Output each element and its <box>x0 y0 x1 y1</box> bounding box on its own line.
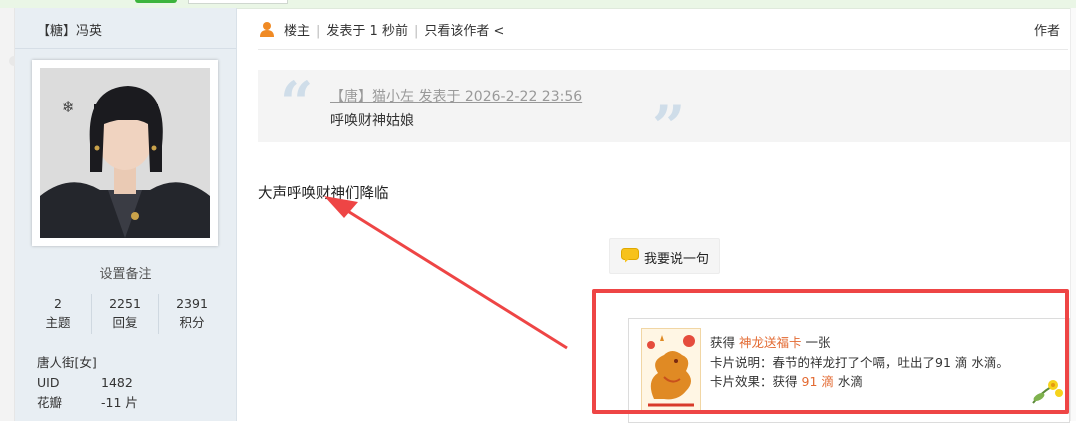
author-info: 唐人街[女] UID 1482 花瓣 -11 片 <box>37 353 138 413</box>
header-separator: | <box>316 24 321 39</box>
say-something-label: 我要说一句 <box>644 252 710 267</box>
stat-topics[interactable]: 2 主题 <box>25 294 91 334</box>
uid-row: UID 1482 <box>37 373 138 393</box>
quote-block: “ 【唐】猫小左 发表于 2026-2-22 23:56 呼唤财神姑娘 ” <box>258 69 1070 156</box>
header-divider <box>258 49 1068 50</box>
search-box-edge[interactable] <box>188 0 288 4</box>
person-icon <box>258 20 276 38</box>
svg-text:❄: ❄ <box>62 98 75 116</box>
stat-value: 2391 <box>176 296 208 311</box>
avatar[interactable]: ❄ <box>40 68 210 238</box>
stat-replies[interactable]: 2251 回复 <box>91 294 158 334</box>
petal-row: 花瓣 -11 片 <box>37 393 138 413</box>
thread-starter-label: 楼主 <box>284 24 311 39</box>
post-body: 大声呼唤财神们降临 <box>258 186 389 202</box>
reply-button-edge[interactable] <box>135 0 177 3</box>
author-label: 作者 <box>1033 24 1060 39</box>
highlight-annotation-box <box>592 289 1069 414</box>
uid-value: 1482 <box>101 375 133 390</box>
only-author-link[interactable]: 只看该作者 < <box>424 24 504 39</box>
stat-value: 2251 <box>109 296 141 311</box>
post-header: 楼主 | 发表于 1 秒前 | 只看该作者 < 作者 <box>258 18 1068 40</box>
petal-value: -11 片 <box>101 395 138 410</box>
stat-value: 2 <box>54 296 62 311</box>
speech-bubble-icon <box>621 248 639 263</box>
quote-close-icon: ” <box>652 93 686 161</box>
header-separator: | <box>413 24 419 39</box>
set-note-link[interactable]: 设置备注 <box>15 263 236 282</box>
author-stats: 2 主题 2251 回复 2391 积分 <box>25 294 225 334</box>
quote-text: 呼唤财神姑娘 <box>330 113 414 129</box>
sidebar-divider <box>15 48 236 49</box>
author-sidebar: 【糖】冯英 ❄ 设置备注 2 主题 2251 回复 2391 积分 唐人街[女]… <box>15 8 237 421</box>
stat-label: 积分 <box>179 315 205 330</box>
avatar-frame[interactable]: ❄ <box>32 60 218 246</box>
stat-points[interactable]: 2391 积分 <box>158 294 225 334</box>
petal-label: 花瓣 <box>37 395 63 410</box>
quote-meta-link[interactable]: 【唐】猫小左 发表于 2026-2-22 23:56 <box>330 86 582 106</box>
stat-label: 回复 <box>112 315 138 330</box>
uid-label: UID <box>37 375 60 390</box>
scrollbar[interactable] <box>1070 8 1076 421</box>
quote-open-icon: “ <box>280 69 314 137</box>
left-edge-bar <box>0 8 19 421</box>
post-time: 发表于 1 秒前 <box>326 24 408 39</box>
stat-label: 主题 <box>45 315 71 330</box>
user-group[interactable]: 唐人街[女] <box>37 353 138 373</box>
author-name[interactable]: 【糖】冯英 <box>37 20 102 39</box>
say-something-button[interactable]: 我要说一句 <box>609 238 720 274</box>
